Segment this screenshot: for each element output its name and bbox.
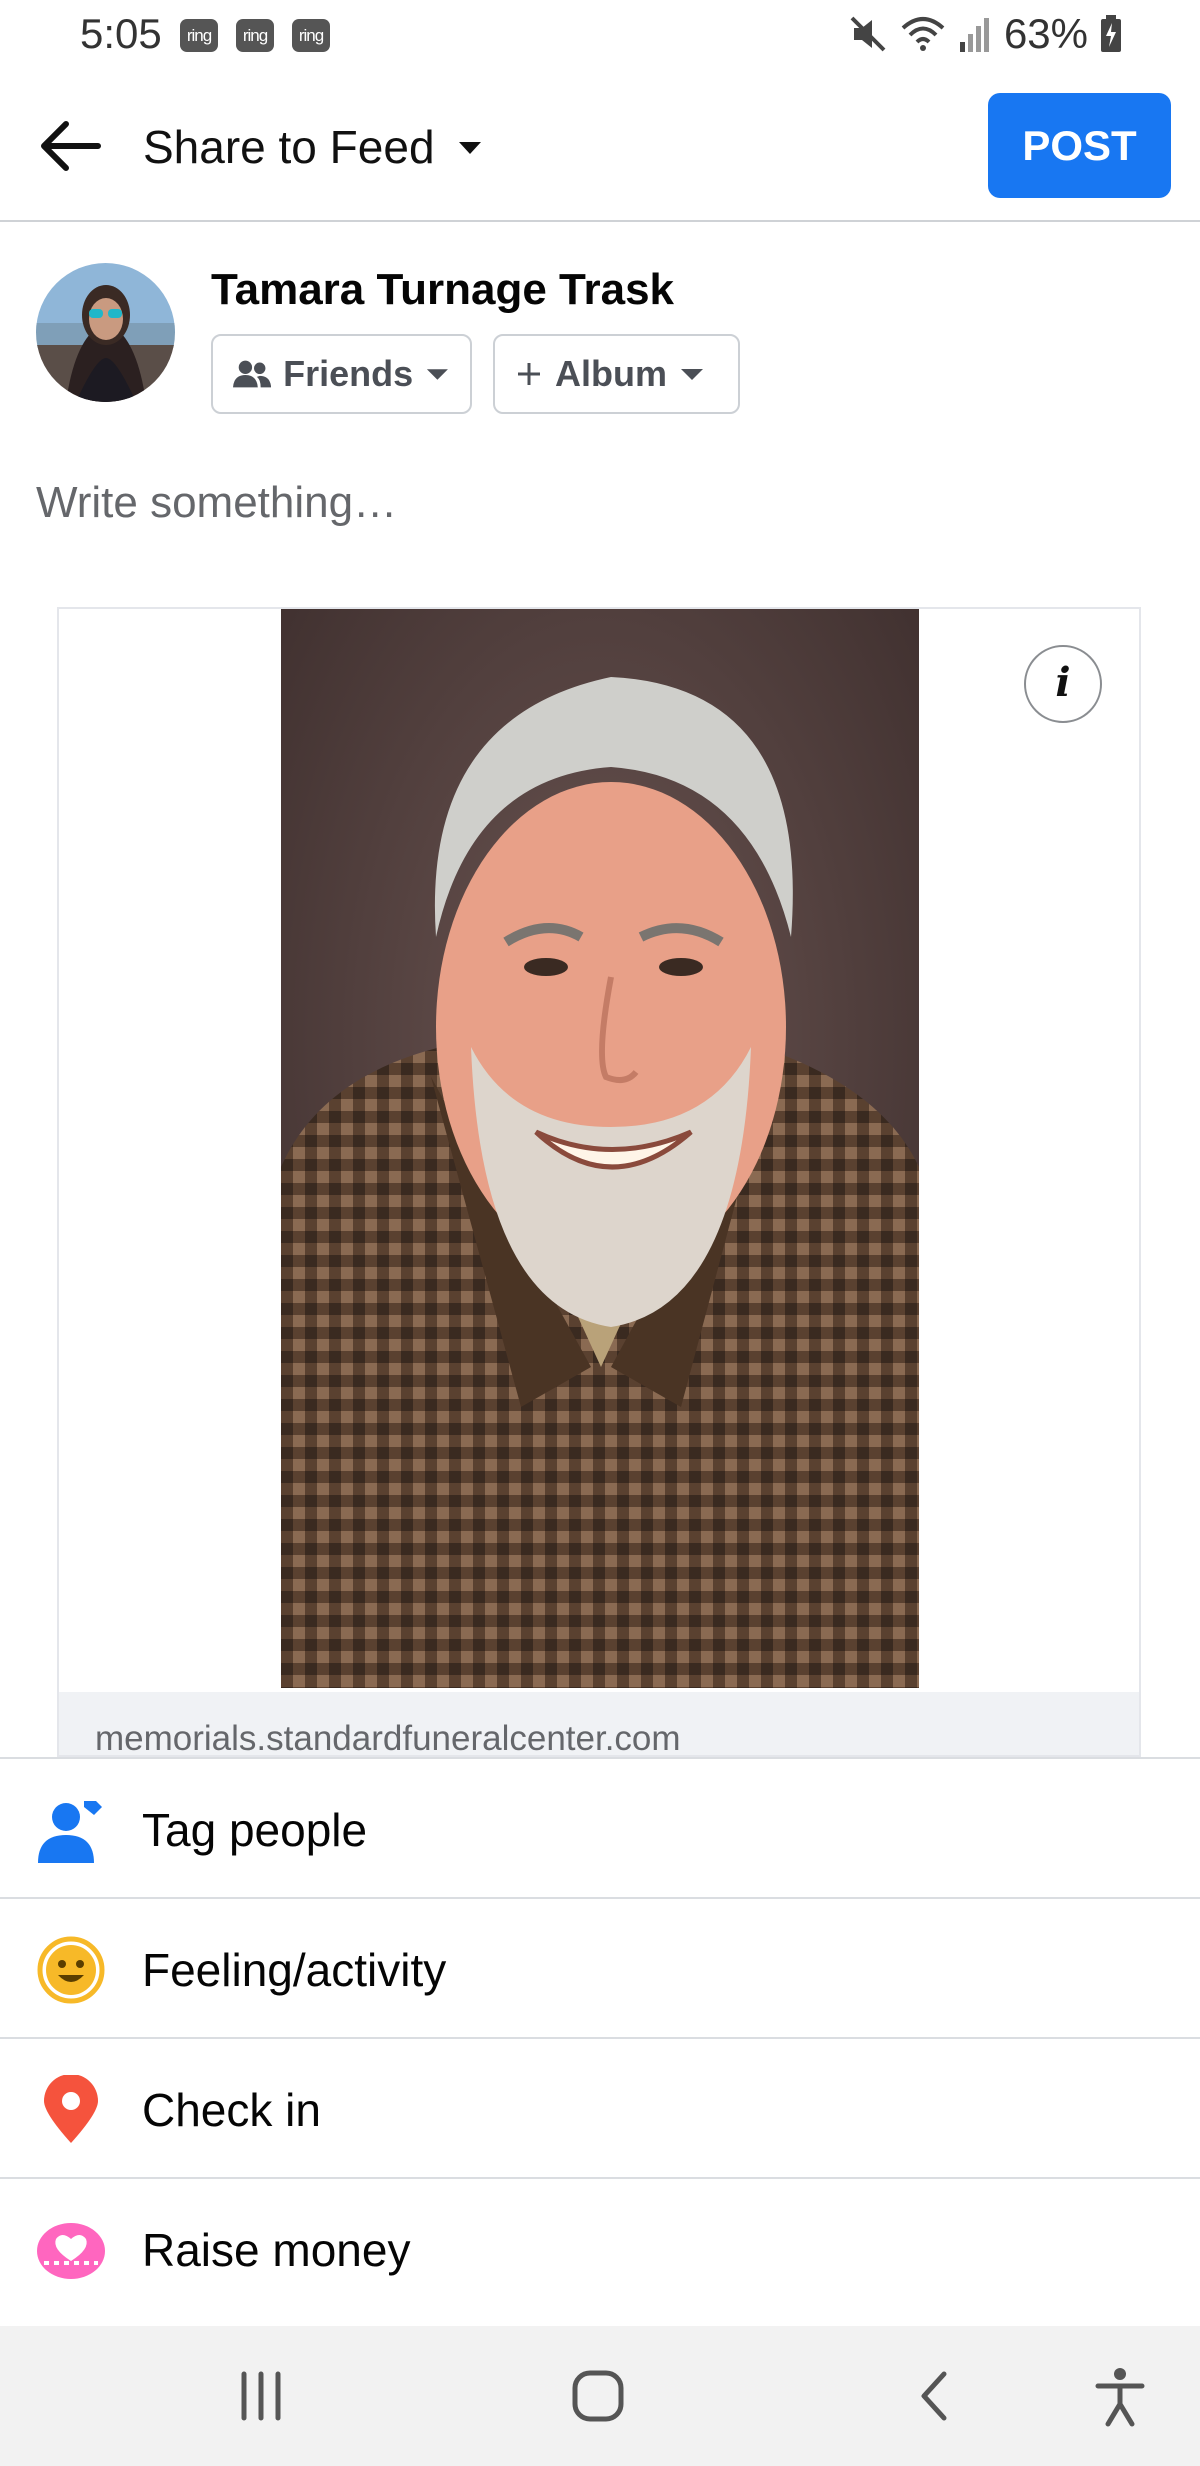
caret-down-icon (459, 142, 482, 154)
caret-down-icon (681, 369, 703, 380)
share-destination-label: Share to Feed (143, 121, 435, 173)
post-button[interactable]: POST (988, 93, 1171, 198)
plus-icon (518, 363, 540, 385)
accessibility-icon[interactable] (1092, 2366, 1148, 2428)
caret-down-icon (427, 369, 449, 380)
ring-notification-icon: ring (292, 19, 330, 52)
home-icon[interactable] (570, 2368, 626, 2424)
link-preview-card[interactable]: i memorials.standardfuneralcenter.com (57, 607, 1141, 1757)
ring-notification-icon: ring (180, 19, 218, 52)
raise-money-option[interactable]: Raise money (0, 2177, 1200, 2317)
recent-apps-icon[interactable] (236, 2368, 286, 2424)
check-in-option[interactable]: Check in (0, 2037, 1200, 2177)
share-destination-dropdown[interactable]: Share to Feed (143, 120, 485, 174)
battery-charging-icon (1101, 15, 1121, 52)
smiley-icon (37, 1936, 105, 2004)
status-indicators: 63% (848, 10, 1122, 58)
ring-notification-icon: ring (236, 19, 274, 52)
mute-icon (850, 16, 886, 52)
audience-selector[interactable]: Friends (211, 334, 472, 414)
header-divider (0, 220, 1200, 222)
status-time: 5:05 (80, 10, 162, 57)
link-domain: memorials.standardfuneralcenter.com (95, 1719, 681, 1757)
tag-people-option[interactable]: Tag people (0, 1757, 1200, 1897)
back-arrow-icon[interactable] (36, 116, 106, 176)
system-nav-bar (0, 2326, 1200, 2466)
battery-percentage: 63% (1003, 10, 1088, 57)
tag-people-label: Tag people (142, 1804, 368, 1856)
raise-money-label: Raise money (142, 2224, 411, 2276)
fundraiser-icon (37, 2223, 105, 2279)
location-pin-icon (44, 2075, 98, 2143)
signal-icon (959, 18, 989, 52)
check-in-label: Check in (142, 2084, 321, 2136)
album-selector[interactable]: Album (493, 334, 740, 414)
audience-label: Friends (283, 353, 414, 394)
friends-icon (233, 360, 272, 388)
album-label: Album (555, 353, 667, 394)
info-button[interactable]: i (1024, 645, 1102, 723)
feeling-activity-option[interactable]: Feeling/activity (0, 1897, 1200, 2037)
memorial-photo (281, 609, 919, 1688)
avatar[interactable] (36, 263, 175, 402)
feeling-activity-label: Feeling/activity (142, 1944, 447, 1996)
wifi-icon (901, 17, 945, 51)
back-icon[interactable] (912, 2368, 956, 2424)
tag-people-icon (38, 1801, 102, 1863)
user-name: Tamara Turnage Trask (211, 265, 675, 314)
post-text-input[interactable]: Write something… (36, 478, 397, 528)
